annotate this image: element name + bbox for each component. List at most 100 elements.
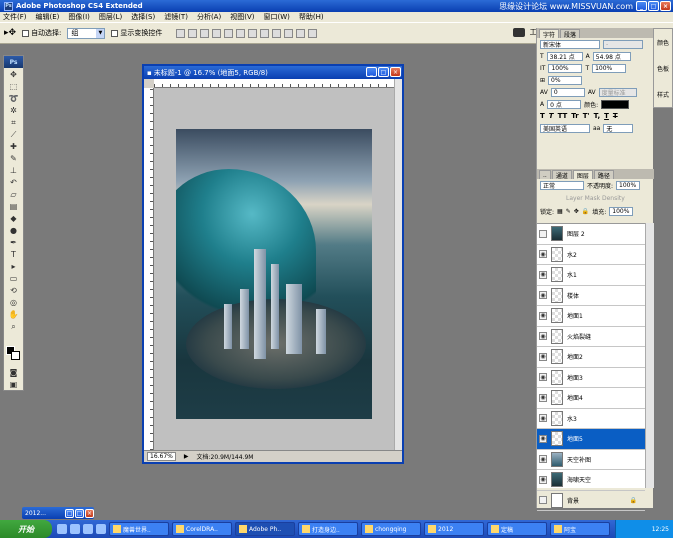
subscript-button[interactable]: T, xyxy=(594,112,600,120)
align-left-icon[interactable] xyxy=(212,28,222,38)
auto-select-option[interactable]: 自动选择: xyxy=(22,28,61,38)
vertical-scale-field[interactable]: 100% xyxy=(548,63,583,73)
layers-scrollbar[interactable] xyxy=(645,223,654,488)
eye-icon[interactable]: ◉ xyxy=(539,332,547,341)
auto-select-dropdown[interactable]: 组 ▼ xyxy=(67,27,106,39)
taskbar-button[interactable]: CorelDRA.. xyxy=(172,522,232,536)
menu-file[interactable]: 文件(F) xyxy=(3,12,27,22)
text-color-swatch[interactable] xyxy=(601,99,630,109)
healing-brush-tool-icon[interactable]: ✚ xyxy=(5,141,22,152)
auto-select-checkbox[interactable] xyxy=(22,29,30,37)
layer-name[interactable]: 地面5 xyxy=(567,434,583,443)
hand-tool-icon[interactable]: ✋ xyxy=(5,309,22,320)
all-caps-button[interactable]: TT xyxy=(558,112,568,120)
layer-row[interactable]: ◉ 水1 xyxy=(537,265,645,286)
eyedropper-tool-icon[interactable]: ⟋ xyxy=(5,129,22,140)
tracking-field[interactable]: 0 xyxy=(550,87,585,97)
status-arrow-icon[interactable]: ▶ xyxy=(184,453,189,460)
eye-icon[interactable]: ◉ xyxy=(539,414,547,423)
eye-icon[interactable]: ◉ xyxy=(539,291,547,300)
layer-name[interactable]: 水1 xyxy=(567,270,577,279)
align-top-icon[interactable] xyxy=(176,28,186,38)
document-title-bar[interactable]: ▪ 未标题-1 @ 16.7% (地面5, RGB/8) _ □ × xyxy=(144,66,402,79)
layer-thumbnail[interactable] xyxy=(551,349,563,365)
layer-row[interactable]: ◉ 水3 xyxy=(537,409,645,429)
eye-icon[interactable]: ◉ xyxy=(539,373,547,382)
show-transform-option[interactable]: 显示变换控件 xyxy=(111,28,162,38)
distribute-hcenter-icon[interactable] xyxy=(296,28,306,38)
menu-edit[interactable]: 编辑(E) xyxy=(36,12,60,22)
history-brush-tool-icon[interactable]: ↶ xyxy=(5,177,22,188)
fill-field[interactable]: 100% xyxy=(609,207,634,216)
eye-icon[interactable]: ◉ xyxy=(539,352,547,361)
doc-minimize-button[interactable]: _ xyxy=(366,67,377,77)
menu-select[interactable]: 选择(S) xyxy=(131,12,155,22)
shape-tool-icon[interactable]: ▭ xyxy=(5,273,22,284)
close-button[interactable]: × xyxy=(660,1,671,11)
vertical-ruler[interactable] xyxy=(144,88,154,450)
taskbar-button[interactable]: 定稿 xyxy=(487,522,547,536)
baseline-shift-field[interactable]: 0 点 xyxy=(547,99,582,109)
taskbar-button[interactable]: 打造身边.. xyxy=(298,522,358,536)
pen-tool-icon[interactable]: ✒ xyxy=(5,237,22,248)
doc-close-button[interactable]: × xyxy=(390,67,401,77)
marquee-tool-icon[interactable]: ⬚ xyxy=(5,81,22,92)
layer-thumbnail[interactable] xyxy=(551,410,563,426)
lock-position-icon[interactable]: ✥ xyxy=(574,208,579,215)
faux-italic-button[interactable]: T xyxy=(549,112,554,120)
layer-row[interactable]: ◉ 地面5 xyxy=(537,429,645,450)
minimize-button[interactable]: _ xyxy=(636,1,647,11)
ie-icon[interactable] xyxy=(70,524,80,534)
tab-channels[interactable]: 通道 xyxy=(551,170,572,180)
eye-icon[interactable] xyxy=(539,229,547,238)
menu-analysis[interactable]: 分析(A) xyxy=(197,12,221,22)
eye-icon[interactable]: ◉ xyxy=(539,393,547,402)
distribute-left-icon[interactable] xyxy=(284,28,294,38)
start-button[interactable]: 开始 xyxy=(0,520,52,538)
background-color-swatch[interactable] xyxy=(11,351,20,360)
layer-row[interactable]: ◉ 地面2 xyxy=(537,347,645,368)
antialias-select[interactable]: 无 xyxy=(603,123,634,133)
eye-icon[interactable]: ◉ xyxy=(539,250,547,259)
layer-name[interactable]: 地面3 xyxy=(567,373,583,382)
layer-thumbnail[interactable] xyxy=(551,267,563,283)
layer-name[interactable]: 地面2 xyxy=(567,352,583,361)
restore-button[interactable]: □ xyxy=(648,1,659,11)
minimized-document[interactable]: 2012... □ □ × xyxy=(22,507,94,519)
show-transform-checkbox[interactable] xyxy=(111,29,119,37)
taskbar-button[interactable]: chongqing xyxy=(361,522,421,536)
tab-character[interactable]: 字符 xyxy=(539,29,560,39)
align-bottom-icon[interactable] xyxy=(200,28,210,38)
horizontal-ruler[interactable] xyxy=(154,79,394,88)
tsunami-city-artwork[interactable] xyxy=(176,129,372,419)
layer-thumbnail[interactable] xyxy=(551,431,563,447)
layer-thumbnail[interactable] xyxy=(551,472,563,488)
underline-button[interactable]: T xyxy=(604,112,609,120)
eye-icon[interactable]: ◉ xyxy=(539,455,547,464)
layer-name[interactable]: 地面1 xyxy=(567,311,583,320)
menu-window[interactable]: 窗口(W) xyxy=(263,12,289,22)
layer-name[interactable]: 水3 xyxy=(567,414,577,423)
quick-mask-icon[interactable]: ◙ xyxy=(5,367,22,378)
font-style-select[interactable]: - xyxy=(603,39,643,49)
layer-row[interactable]: ◉ 地面3 xyxy=(537,368,645,388)
layer-row[interactable]: 背景 🔒 xyxy=(537,491,645,511)
3d-camera-icon[interactable] xyxy=(512,27,525,37)
eye-icon[interactable]: ◉ xyxy=(539,434,547,443)
eye-icon[interactable]: ◉ xyxy=(539,311,547,320)
layer-thumbnail[interactable] xyxy=(551,492,563,508)
layer-row[interactable]: ◉ 火焰裂缝 xyxy=(537,327,645,347)
layer-row[interactable]: ◉ 楼体 xyxy=(537,286,645,306)
show-desktop-icon[interactable] xyxy=(57,524,67,534)
menu-layer[interactable]: 图层(L) xyxy=(99,12,122,22)
tsume-field[interactable]: 0% xyxy=(548,75,583,85)
layer-name[interactable]: 图层 2 xyxy=(567,229,585,238)
faux-bold-button[interactable]: T xyxy=(540,112,545,120)
swatches-panel-button[interactable]: 颜色 xyxy=(657,38,669,47)
layer-row[interactable]: ◉ 地面1 xyxy=(537,306,645,327)
align-hcenter-icon[interactable] xyxy=(224,28,234,38)
doc-maximize-button[interactable]: □ xyxy=(378,67,389,77)
taskbar-button[interactable]: 阿宝 xyxy=(550,522,610,536)
styles-panel-button[interactable]: 样式 xyxy=(657,90,669,99)
layer-thumbnail[interactable] xyxy=(551,369,563,385)
